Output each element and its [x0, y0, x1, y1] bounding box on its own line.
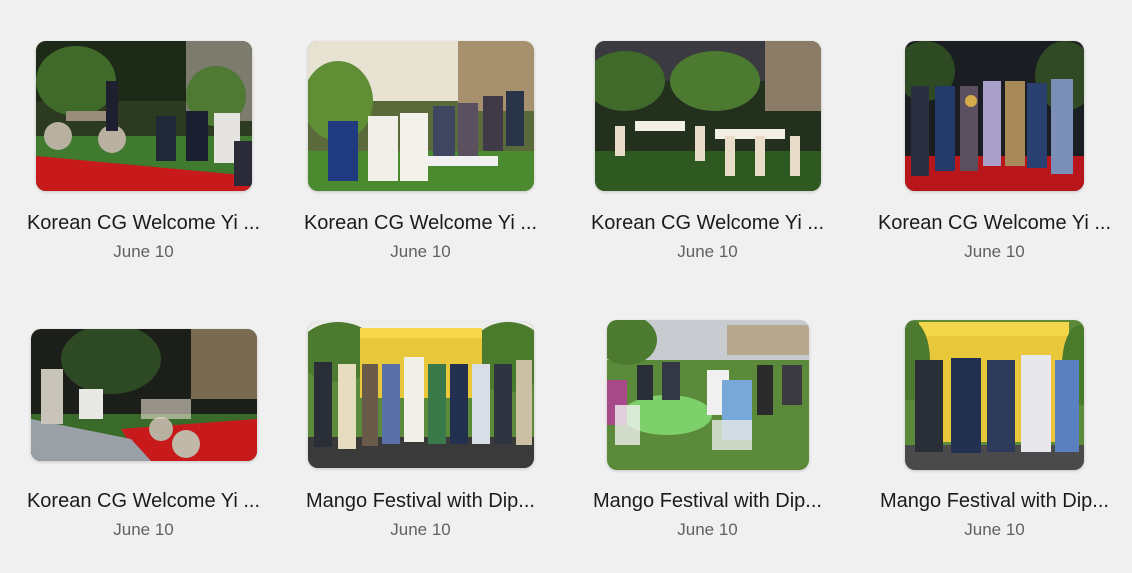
item-title[interactable]: Mango Festival with Dip...: [277, 490, 564, 513]
item-date: June 10: [677, 242, 738, 261]
item-title[interactable]: Korean CG Welcome Yi ...: [851, 212, 1132, 235]
item-date: June 10: [113, 520, 174, 539]
lawn-seating-photo[interactable]: [606, 320, 809, 470]
gallery-item[interactable]: Mango Festival with Dip... June 10: [564, 318, 851, 573]
item-date: June 10: [390, 520, 451, 539]
group-presentation-photo[interactable]: [905, 41, 1084, 191]
item-title[interactable]: Korean CG Welcome Yi ...: [277, 212, 564, 235]
photo-gallery-grid: Korean CG Welcome Yi ... June 10 Korean …: [0, 0, 1132, 573]
banner-line-photo[interactable]: [905, 320, 1084, 470]
gallery-item[interactable]: Mango Festival with Dip... June 10: [851, 318, 1132, 573]
seated-guests-photo[interactable]: [307, 41, 534, 191]
item-title[interactable]: Mango Festival with Dip...: [564, 490, 851, 513]
item-title[interactable]: Mango Festival with Dip...: [851, 490, 1132, 513]
item-date: June 10: [964, 242, 1025, 261]
item-date: June 10: [677, 520, 738, 539]
banner-group-photo[interactable]: [307, 322, 534, 468]
gallery-item[interactable]: Korean CG Welcome Yi ... June 10: [277, 40, 564, 300]
gallery-item[interactable]: Korean CG Welcome Yi ... June 10: [0, 40, 287, 300]
podium-speaker-photo[interactable]: [30, 329, 257, 461]
item-title[interactable]: Korean CG Welcome Yi ...: [0, 490, 287, 513]
dining-tables-photo[interactable]: [594, 41, 821, 191]
gallery-item[interactable]: Korean CG Welcome Yi ... June 10: [851, 40, 1132, 300]
item-date: June 10: [964, 520, 1025, 539]
gallery-item[interactable]: Korean CG Welcome Yi ... June 10: [564, 40, 851, 300]
gallery-item[interactable]: Mango Festival with Dip... June 10: [277, 318, 564, 573]
item-title[interactable]: Korean CG Welcome Yi ...: [564, 212, 851, 235]
garden-stage-photo[interactable]: [35, 41, 252, 191]
item-title[interactable]: Korean CG Welcome Yi ...: [0, 212, 287, 235]
item-date: June 10: [390, 242, 451, 261]
gallery-item[interactable]: Korean CG Welcome Yi ... June 10: [0, 318, 287, 573]
item-date: June 10: [113, 242, 174, 261]
